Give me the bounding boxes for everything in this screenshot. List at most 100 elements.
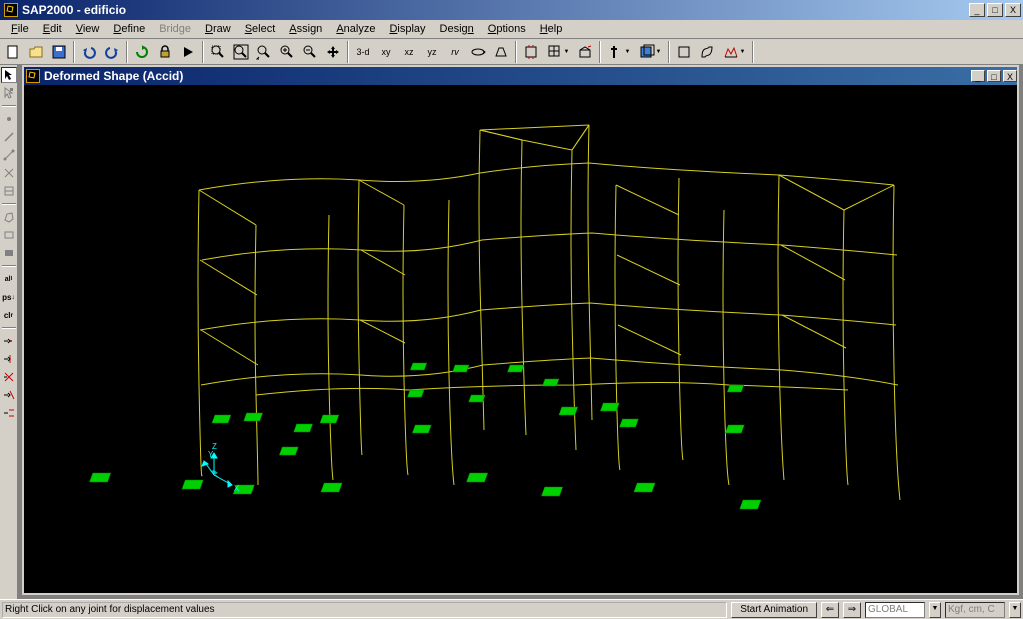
separator-icon (202, 41, 204, 63)
save-button[interactable] (48, 41, 70, 63)
app-title: SAP2000 - edificio (22, 3, 969, 17)
child-minimize-button[interactable]: _ (971, 70, 985, 82)
zoom-in-button[interactable] (276, 41, 298, 63)
menu-view[interactable]: View (69, 21, 107, 37)
app-logo-icon (4, 3, 18, 17)
maximize-button[interactable]: □ (987, 3, 1003, 17)
prev-select-tool[interactable]: ps↓ (1, 289, 17, 305)
snap-point-tool[interactable] (1, 333, 17, 349)
menu-display[interactable]: Display (382, 21, 432, 37)
separator-icon (515, 41, 517, 63)
mdi-workspace: Deformed Shape (Accid) _ □ X (18, 65, 1023, 599)
child-window: Deformed Shape (Accid) _ □ X (22, 65, 1019, 595)
pan-button[interactable] (322, 41, 344, 63)
step-back-button[interactable]: ⇐ (821, 602, 839, 618)
lock-button[interactable] (154, 41, 176, 63)
all-select-tool[interactable]: all (1, 271, 17, 287)
show-undeformed-button[interactable] (673, 41, 695, 63)
zoom-out-button[interactable] (299, 41, 321, 63)
minimize-button[interactable]: _ (969, 3, 985, 17)
main-toolbar: 3-d xy xz yz rv ▼ ▼ ▼ ▼ (0, 39, 1023, 65)
menu-options[interactable]: Options (481, 21, 533, 37)
snap-midpoint-tool[interactable] (1, 351, 17, 367)
child-titlebar: Deformed Shape (Accid) _ □ X (24, 67, 1017, 85)
menu-bridge: Bridge (152, 21, 198, 37)
undo-button[interactable] (78, 41, 100, 63)
svg-text:Y: Y (208, 450, 214, 459)
rubber-zoom-button[interactable] (207, 41, 229, 63)
refresh-button[interactable] (131, 41, 153, 63)
reshape-tool[interactable] (1, 85, 17, 101)
previous-zoom-button[interactable] (253, 41, 275, 63)
status-hint: Right Click on any joint for displacemen… (2, 602, 727, 618)
object-options-button[interactable]: ▼ (543, 41, 573, 63)
model-viewport[interactable]: X Z Y (24, 85, 1017, 593)
menu-define[interactable]: Define (106, 21, 152, 37)
clear-select-tool[interactable]: clr (1, 307, 17, 323)
child-logo-icon (26, 69, 40, 83)
show-grid-button[interactable]: ▼ (635, 41, 665, 63)
menu-file[interactable]: File (4, 21, 36, 37)
menu-help[interactable]: Help (533, 21, 570, 37)
redo-button[interactable] (101, 41, 123, 63)
menu-draw[interactable]: Draw (198, 21, 238, 37)
child-close-button[interactable]: X (1003, 70, 1017, 82)
separator-icon (347, 41, 349, 63)
pointer-tool[interactable] (1, 67, 17, 83)
app-titlebar: SAP2000 - edificio _ □ X (0, 0, 1023, 20)
separator-icon (599, 41, 601, 63)
menu-design[interactable]: Design (433, 21, 481, 37)
separator-icon (2, 203, 16, 205)
separator-icon (2, 265, 16, 267)
menu-select[interactable]: Select (238, 21, 283, 37)
svg-text:X: X (234, 484, 240, 493)
separator-icon (126, 41, 128, 63)
separator-icon (2, 105, 16, 107)
close-button[interactable]: X (1005, 3, 1021, 17)
left-toolbox: all ps↓ clr (0, 65, 18, 599)
menu-assign[interactable]: Assign (282, 21, 329, 37)
start-animation-button[interactable]: Start Animation (731, 602, 817, 618)
units-dropdown-icon[interactable]: ▼ (1009, 602, 1021, 618)
perspective-button[interactable] (490, 41, 512, 63)
quick-area-tool[interactable] (1, 245, 17, 261)
show-forces-button[interactable]: ▼ (719, 41, 749, 63)
model-wireframe-icon: X Z Y (24, 85, 1017, 593)
new-file-button[interactable] (2, 41, 24, 63)
menu-bar: File Edit View Define Bridge Draw Select… (0, 20, 1023, 39)
coord-system-field[interactable]: GLOBAL (865, 602, 925, 618)
step-fwd-button[interactable]: ⇒ (843, 602, 861, 618)
view-3d-button[interactable]: 3-d (352, 41, 374, 63)
snap-line-tool[interactable] (1, 405, 17, 421)
separator-icon (73, 41, 75, 63)
child-title-text: Deformed Shape (Accid) (44, 69, 971, 83)
menu-analyze[interactable]: Analyze (329, 21, 382, 37)
separator-icon (668, 41, 670, 63)
coord-system-dropdown-icon[interactable]: ▼ (929, 602, 941, 618)
status-bar: Right Click on any joint for displacemen… (0, 599, 1023, 619)
view-xy-button[interactable]: xy (375, 41, 397, 63)
quick-brace-tool[interactable] (1, 165, 17, 181)
quick-secondary-tool[interactable] (1, 183, 17, 199)
snap-intersect-tool[interactable] (1, 369, 17, 385)
open-file-button[interactable] (25, 41, 47, 63)
run-analysis-button[interactable] (177, 41, 199, 63)
snap-perp-tool[interactable] (1, 387, 17, 403)
show-deformed-button[interactable] (696, 41, 718, 63)
shrink-button[interactable] (520, 41, 542, 63)
menu-edit[interactable]: Edit (36, 21, 69, 37)
full-view-button[interactable] (230, 41, 252, 63)
units-field[interactable]: Kgf, cm, C (945, 602, 1005, 618)
named-view-button[interactable]: ▼ (604, 41, 634, 63)
view-xz-button[interactable]: xz (398, 41, 420, 63)
child-maximize-button[interactable]: □ (987, 70, 1001, 82)
draw-poly-area-tool[interactable] (1, 209, 17, 225)
draw-special-joint-tool[interactable] (1, 111, 17, 127)
view-rv-button[interactable]: rv (444, 41, 466, 63)
rotate-3d-button[interactable] (467, 41, 489, 63)
set-display-button[interactable] (574, 41, 596, 63)
quick-frame-tool[interactable] (1, 147, 17, 163)
draw-rect-area-tool[interactable] (1, 227, 17, 243)
draw-frame-tool[interactable] (1, 129, 17, 145)
view-yz-button[interactable]: yz (421, 41, 443, 63)
